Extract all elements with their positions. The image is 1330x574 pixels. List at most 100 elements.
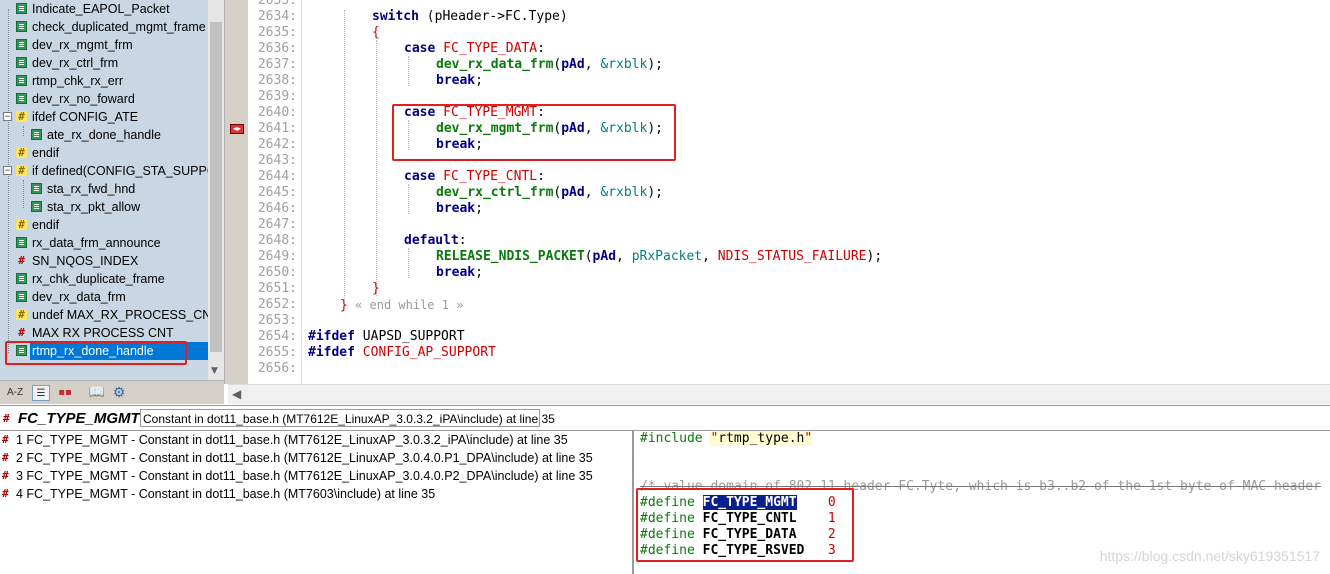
param-token: pAd — [592, 249, 617, 264]
brace-token: } — [340, 298, 348, 313]
file-symbol-icon — [31, 183, 42, 194]
code-line-call-data: dev_rx_data_frm(pAd, &rxblk); — [436, 57, 663, 73]
preprocessor-token: #include — [640, 431, 703, 446]
define-value: 0 — [827, 495, 836, 510]
collapse-toggle[interactable]: − — [3, 166, 12, 175]
list-view-icon[interactable]: ☰ — [32, 385, 50, 401]
scroll-down-arrow-icon[interactable]: ▼ — [211, 366, 218, 376]
keyword-token: break — [436, 201, 476, 216]
tree-item-label: endif — [32, 218, 60, 232]
keyword-token: case — [404, 169, 436, 184]
split-arrows-icon[interactable]: ◂▸ — [230, 124, 244, 134]
line-number-gutter: 2633: 2634: 2635: 2636: 2637: 2638: 2639… — [248, 0, 302, 384]
preview-define-line: #define FC_TYPE_MGMT 0 — [640, 495, 836, 511]
symbol-reference-list: # 1 FC_TYPE_MGMT - Constant in dot11_bas… — [0, 431, 632, 574]
code-line-break: break; — [436, 265, 483, 281]
indent-guide — [408, 56, 409, 86]
code-line-ifdef-config-ap: #ifdef CONFIG_AP_SUPPORT — [308, 345, 496, 361]
tree-item-label: ifdef CONFIG_ATE — [32, 110, 139, 124]
line-number: 2656: — [257, 361, 297, 376]
code-token: ); — [647, 185, 663, 200]
code-token: , — [616, 249, 632, 264]
book-icon[interactable]: 📖 — [88, 385, 106, 401]
tree-item-label: rtmp_chk_rx_err — [32, 74, 123, 88]
define-icon: # — [2, 487, 9, 500]
tree-item-label: if defined(CONFIG_STA_SUPPO — [32, 164, 217, 178]
code-line-end-while: } « end while 1 » — [340, 297, 463, 313]
code-line-call-release: RELEASE_NDIS_PACKET(pAd, pRxPacket, NDIS… — [436, 249, 882, 265]
string-token: "rtmp_type.h" — [710, 431, 813, 446]
line-number: 2646: — [257, 201, 297, 216]
code-token: ); — [647, 57, 663, 72]
brace-token: } — [372, 281, 380, 296]
line-number: 2649: — [257, 249, 297, 264]
define-icon: # — [18, 254, 25, 267]
gear-icon[interactable]: ⚙ — [110, 385, 128, 401]
keyword-token: #ifdef — [308, 329, 355, 344]
code-token: ); — [647, 121, 663, 136]
line-number: 2638: — [257, 73, 297, 88]
file-symbol-icon — [31, 201, 42, 212]
definition-preview-pane[interactable]: #include "rtmp_type.h" /* value domain o… — [632, 431, 1330, 574]
preview-comment-line: /* value domain of 802.11 header FC.Tyte… — [640, 479, 1321, 495]
constant-token: NDIS_STATUS_FAILURE — [717, 249, 867, 264]
file-symbol-icon — [16, 39, 27, 50]
preprocessor-icon: # — [16, 165, 27, 176]
tree-item-label: dev_rx_mgmt_frm — [32, 38, 133, 52]
keyword-token: switch — [372, 9, 419, 24]
line-number: 2635: — [257, 25, 297, 40]
code-line-call-mgmt: dev_rx_mgmt_frm(pAd, &rxblk); — [436, 121, 663, 137]
category-icon[interactable]: ▪▪ — [56, 385, 74, 401]
preprocessor-icon: # — [16, 111, 27, 122]
tree-item-label: ate_rx_done_handle — [47, 128, 161, 142]
sort-alpha-icon[interactable]: A-Z — [6, 385, 24, 401]
reference-text: 4 FC_TYPE_MGMT - Constant in dot11_base.… — [16, 487, 436, 501]
line-number: 2647: — [257, 217, 297, 232]
variable-token: &rxblk — [600, 185, 648, 200]
line-number: 2644: — [257, 169, 297, 184]
reference-text: 3 FC_TYPE_MGMT - Constant in dot11_base.… — [16, 469, 593, 483]
tree-item-label: rtmp_rx_done_handle — [30, 342, 208, 360]
indent-guide — [408, 184, 409, 214]
symbol-panel-toolbar: A-Z ☰ ▪▪ 📖 ⚙ — [0, 380, 224, 404]
tree-guide-line — [23, 180, 24, 208]
define-icon: # — [3, 412, 10, 425]
function-token: dev_rx_ctrl_frm — [436, 185, 554, 200]
tree-item-label: MAX RX PROCESS CNT — [32, 326, 174, 340]
line-number: 2651: — [257, 281, 297, 296]
preprocessor-icon: # — [16, 309, 27, 320]
collapse-toggle[interactable]: − — [3, 112, 12, 121]
line-number: 2643: — [257, 153, 297, 168]
code-token: : — [458, 233, 467, 248]
define-icon: # — [2, 469, 9, 482]
define-value: 2 — [827, 527, 836, 542]
param-token: pAd — [561, 57, 585, 72]
context-window-header: # FC_TYPE_MGMT Constant in dot11_base.h … — [0, 405, 1330, 431]
keyword-token: case — [404, 41, 436, 56]
tree-item-label: sta_rx_fwd_hnd — [47, 182, 136, 196]
variable-token: &rxblk — [600, 57, 648, 72]
symbol-tree-panel: Indicate_EAPOL_Packet check_duplicated_m… — [0, 0, 224, 380]
constant-token: FC_TYPE_MGMT — [443, 105, 538, 120]
code-token: , — [584, 121, 601, 136]
pane-divider[interactable]: ◂▸ — [224, 0, 248, 384]
variable-token: &rxblk — [600, 121, 648, 136]
scroll-left-arrow-icon[interactable]: ◀ — [232, 387, 241, 401]
scrollbar-thumb[interactable] — [210, 22, 222, 352]
define-name: FC_TYPE_DATA — [702, 527, 797, 542]
constant-token: CONFIG_AP_SUPPORT — [354, 345, 496, 360]
keyword-token: case — [404, 105, 436, 120]
watermark-text: https://blog.csdn.net/sky619351517 — [1099, 548, 1320, 564]
constant-token: FC_TYPE_CNTL — [443, 169, 538, 184]
line-number: 2640: — [257, 105, 297, 120]
tree-scrollbar[interactable]: ▼ — [208, 0, 224, 380]
keyword-token: break — [436, 265, 476, 280]
code-token: ; — [475, 137, 483, 152]
code-editor[interactable]: switch (pHeader->FC.Type) { case FC_TYPE… — [302, 0, 1330, 384]
tree-item-label: SN_NQOS_INDEX — [32, 254, 139, 268]
editor-horizontal-scrollbar[interactable]: ◀ — [228, 384, 1330, 404]
code-line-case-cntl: case FC_TYPE_CNTL: — [404, 169, 545, 185]
tree-item-label: endif — [32, 146, 60, 160]
code-token: (pHeader->FC.Type) — [418, 9, 568, 24]
define-value: 1 — [827, 511, 836, 526]
